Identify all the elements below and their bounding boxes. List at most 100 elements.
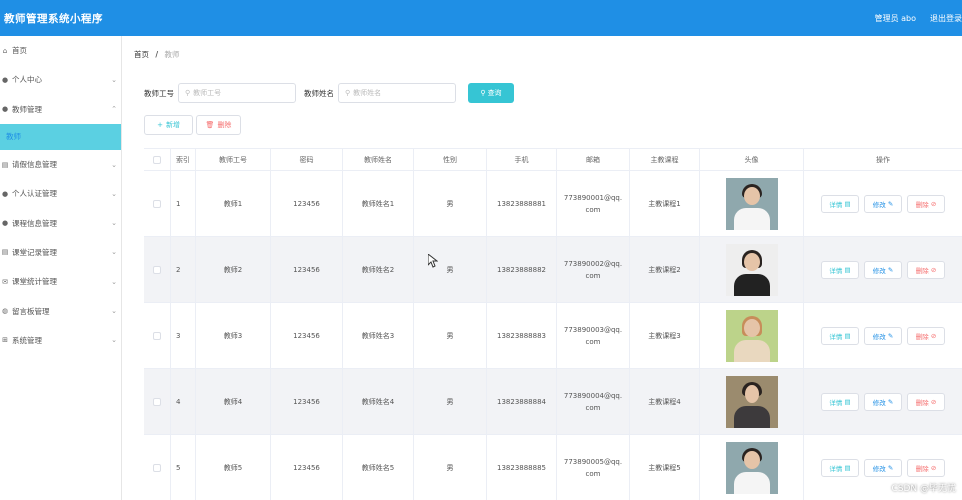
sidebar-subitem-teacher[interactable]: 教师 (0, 123, 121, 150)
teacher-name-input[interactable]: ⚲ 教师姓名 (338, 83, 456, 103)
sidebar-item-message-board[interactable]: ◍ 留言板管理 ⌄ (0, 296, 121, 325)
doc-icon: ▤ (844, 199, 851, 208)
cell-password: 123456 (271, 369, 343, 434)
teacher-id-placeholder: 教师工号 (193, 89, 222, 97)
trash-icon: ⊘ (930, 199, 937, 208)
sidebar-item-class-stats[interactable]: ✉ 课堂统计管理 ⌄ (0, 267, 121, 296)
edit-icon: ✎ (887, 265, 894, 274)
teacher-id-input[interactable]: ⚲ 教师工号 (178, 83, 296, 103)
top-header: 教师管理系统小程序 管理员 abo 退出登录 (0, 0, 962, 36)
teacher-table: 索引 教师工号 密码 教师姓名 性别 手机 邮箱 主教课程 头像 操作 1 教师… (144, 148, 962, 500)
header-password: 密码 (271, 149, 343, 170)
breadcrumb-home[interactable]: 首页 (134, 50, 149, 59)
delete-button[interactable]: 删除 ⊘ (907, 458, 945, 477)
table-row: 1 教师1 123456 教师姓名1 男 13823888881 7738900… (144, 171, 962, 237)
trash-icon: ⊘ (930, 331, 937, 340)
sidebar-item-label: 个人认证管理 (12, 189, 57, 199)
delete-button[interactable]: 删除 ⊘ (907, 260, 945, 279)
row-checkbox[interactable] (153, 463, 161, 472)
delete-button[interactable]: 删除 ⊘ (907, 392, 945, 411)
cell-course: 主教课程4 (630, 369, 700, 434)
avatar (725, 243, 778, 296)
search-bar: 教师工号 ⚲ 教师工号 教师姓名 ⚲ 教师姓名 ⚲ 查询 (144, 83, 514, 103)
cell-email: 773890001@qq.com (563, 193, 623, 214)
header-actions: 操作 (876, 155, 890, 164)
sidebar-item-course[interactable]: ● 课程信息管理 ⌄ (0, 208, 121, 237)
chevron-down-icon: ⌄ (111, 75, 117, 84)
doc-icon: ▤ (844, 463, 851, 472)
cell-index: 2 (171, 237, 196, 302)
add-button[interactable]: + 新增 (144, 115, 193, 135)
sidebar-item-label: 课堂记录管理 (12, 247, 57, 257)
edit-button[interactable]: 修改 ✎ (864, 458, 902, 477)
teacher-id-label: 教师工号 (144, 88, 174, 98)
detail-button[interactable]: 详情 ▤ (821, 326, 859, 345)
detail-button[interactable]: 详情 ▤ (821, 392, 859, 411)
row-checkbox[interactable] (153, 331, 161, 340)
sidebar-item-leave[interactable]: ▤ 请假信息管理 ⌄ (0, 150, 121, 179)
chevron-down-icon: ⌄ (111, 277, 117, 286)
header-gender: 性别 (414, 149, 487, 170)
edit-icon: ✎ (887, 199, 894, 208)
sidebar-item-label: 教师 (6, 132, 21, 142)
row-checkbox[interactable] (153, 265, 161, 274)
edit-button[interactable]: 修改 ✎ (864, 194, 902, 213)
header-select-all[interactable] (144, 149, 171, 170)
cell-teacher-name: 教师姓名3 (343, 303, 414, 368)
breadcrumb-separator: / (155, 50, 159, 59)
chevron-down-icon: ⌄ (111, 219, 117, 228)
doc-icon: ▤ (844, 265, 851, 274)
sidebar-item-home[interactable]: ⌂ 首页 (0, 36, 121, 65)
sidebar-item-certification[interactable]: ● 个人认证管理 ⌄ (0, 179, 121, 208)
chevron-down-icon: ⌄ (111, 189, 117, 198)
table-row: 2 教师2 123456 教师姓名2 男 13823888882 7738900… (144, 237, 962, 303)
row-checkbox[interactable] (153, 397, 161, 406)
edit-button[interactable]: 修改 ✎ (864, 326, 902, 345)
sidebar-item-label: 留言板管理 (12, 306, 50, 316)
checkbox[interactable] (153, 155, 161, 164)
sidebar-item-system[interactable]: ⊞ 系统管理 ⌄ (0, 326, 121, 355)
cell-password: 123456 (271, 435, 343, 500)
breadcrumb: 首页 / 教师 (134, 49, 180, 60)
cell-email: 773890005@qq.com (563, 457, 623, 478)
edit-button[interactable]: 修改 ✎ (864, 260, 902, 279)
cell-teacher-id: 教师4 (196, 369, 271, 434)
row-checkbox[interactable] (153, 199, 161, 208)
search-button-label: 查询 (487, 89, 502, 97)
detail-button[interactable]: 详情 ▤ (821, 260, 859, 279)
chevron-down-icon: ⌄ (111, 248, 117, 257)
header-course: 主教课程 (630, 149, 700, 170)
trash-icon: 🗑 (205, 121, 215, 129)
cell-teacher-name: 教师姓名4 (343, 369, 414, 434)
sidebar-item-label: 课程信息管理 (12, 218, 57, 228)
cell-index: 4 (171, 369, 196, 434)
cell-email: 773890002@qq.com (563, 259, 623, 280)
sidebar-item-profile[interactable]: ● 个人中心 ⌄ (0, 65, 121, 94)
cell-index: 1 (171, 171, 196, 236)
app-title: 教师管理系统小程序 (4, 12, 103, 25)
breadcrumb-current: 教师 (164, 50, 180, 59)
teacher-name-placeholder: 教师姓名 (353, 89, 382, 97)
doc-icon: ▤ (1, 248, 9, 257)
search-button[interactable]: ⚲ 查询 (468, 83, 514, 103)
edit-button[interactable]: 修改 ✎ (864, 392, 902, 411)
main-content: 首页 / 教师 教师工号 ⚲ 教师工号 教师姓名 ⚲ 教师姓名 ⚲ 查询 + 新… (122, 36, 962, 500)
avatar (725, 375, 778, 428)
detail-button[interactable]: 详情 ▤ (821, 458, 859, 477)
delete-button[interactable]: 删除 ⊘ (907, 194, 945, 213)
cell-teacher-name: 教师姓名1 (343, 171, 414, 236)
logout-link[interactable]: 退出登录 (930, 13, 962, 24)
cell-phone: 13823888883 (487, 303, 557, 368)
detail-button[interactable]: 详情 ▤ (821, 194, 859, 213)
sidebar-item-class-record[interactable]: ▤ 课堂记录管理 ⌄ (0, 238, 121, 267)
header-teacher-id: 教师工号 (196, 149, 271, 170)
cell-gender: 男 (414, 435, 487, 500)
batch-delete-button[interactable]: 🗑 删除 (196, 115, 241, 135)
delete-button[interactable]: 删除 ⊘ (907, 326, 945, 345)
cell-gender: 男 (414, 171, 487, 236)
chevron-up-icon: ⌃ (111, 105, 117, 114)
sidebar-item-teacher-management[interactable]: ● 教师管理 ⌃ (0, 95, 121, 124)
cell-gender: 男 (414, 237, 487, 302)
cell-teacher-id: 教师2 (196, 237, 271, 302)
chevron-down-icon: ⌄ (111, 307, 117, 316)
